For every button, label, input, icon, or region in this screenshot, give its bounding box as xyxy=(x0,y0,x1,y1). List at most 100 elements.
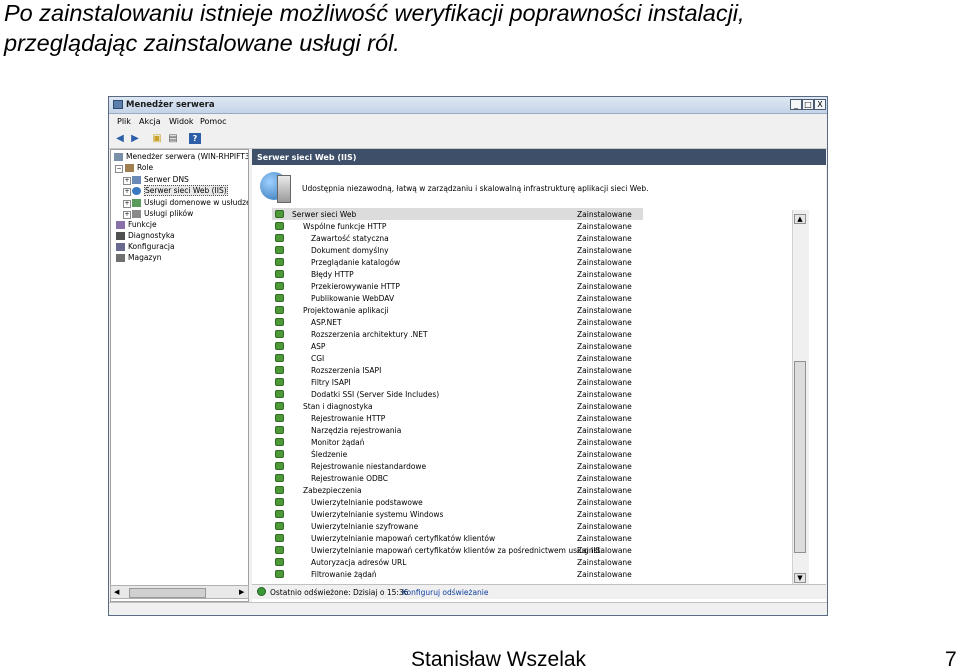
features-icon xyxy=(116,221,125,229)
role-service-name: Dodatki SSI (Server Side Includes) xyxy=(311,390,440,399)
role-service-row[interactable]: Uwierzytelnianie mapowań certyfikatów kl… xyxy=(272,532,643,544)
role-service-name: ASP xyxy=(311,342,326,351)
installed-check-icon xyxy=(275,318,284,326)
role-service-row[interactable]: Błędy HTTP Zainstalowane xyxy=(272,268,643,280)
role-service-row[interactable]: Dokument domyślny Zainstalowane xyxy=(272,244,643,256)
installed-check-icon xyxy=(275,438,284,446)
tree-item-file-services[interactable]: Usługi plików xyxy=(132,209,193,218)
tree-item-storage[interactable]: Magazyn xyxy=(116,253,162,262)
installed-check-icon xyxy=(275,498,284,506)
tree-item-features[interactable]: Funkcje xyxy=(116,220,157,229)
installed-check-icon xyxy=(275,426,284,434)
scroll-up-icon[interactable]: ▲ xyxy=(794,214,806,224)
server-manager-window: Menedżer serwera _ □ X Plik Akcja Widok … xyxy=(108,96,828,616)
role-service-row[interactable]: Filtry ISAPI Zainstalowane xyxy=(272,376,643,388)
role-service-status: Zainstalowane xyxy=(577,234,632,243)
role-service-row[interactable]: Narzędzia rejestrowania Zainstalowane xyxy=(272,424,643,436)
role-service-row[interactable]: Autoryzacja adresów URL Zainstalowane xyxy=(272,556,643,568)
role-service-row[interactable]: Przekierowywanie HTTP Zainstalowane xyxy=(272,280,643,292)
expand-roles-icon[interactable]: − xyxy=(115,165,123,173)
installed-check-icon xyxy=(275,270,284,278)
role-service-row[interactable]: Śledzenie Zainstalowane xyxy=(272,448,643,460)
role-service-status: Zainstalowane xyxy=(577,426,632,435)
role-service-row[interactable]: ASP Zainstalowane xyxy=(272,340,643,352)
tree-item-configuration[interactable]: Konfiguracja xyxy=(116,242,175,251)
show-hide-tree-icon[interactable]: ▤ xyxy=(167,133,179,144)
role-service-row[interactable]: Rejestrowanie ODBC Zainstalowane xyxy=(272,472,643,484)
role-service-row[interactable]: Stan i diagnostyka Zainstalowane xyxy=(272,400,643,412)
computer-icon xyxy=(114,153,123,161)
role-service-row[interactable]: Filtrowanie żądań Zainstalowane xyxy=(272,568,643,580)
role-service-row[interactable]: Wspólne funkcje HTTP Zainstalowane xyxy=(272,220,643,232)
server-box-icon xyxy=(277,175,291,203)
role-service-row[interactable]: Zabezpieczenia Zainstalowane xyxy=(272,484,643,496)
help-icon[interactable]: ? xyxy=(189,133,201,144)
role-service-row[interactable]: Przeglądanie katalogów Zainstalowane xyxy=(272,256,643,268)
role-service-name: Autoryzacja adresów URL xyxy=(311,558,407,567)
role-service-status: Zainstalowane xyxy=(577,534,632,543)
role-service-status: Zainstalowane xyxy=(577,402,632,411)
scroll-down-icon[interactable]: ▼ xyxy=(794,573,806,583)
role-service-row[interactable]: Rejestrowanie niestandardowe Zainstalowan… xyxy=(272,460,643,472)
menu-file[interactable]: Plik xyxy=(117,117,131,126)
menu-help[interactable]: Pomoc xyxy=(200,117,227,126)
close-button[interactable]: X xyxy=(814,99,826,110)
tree-item-iis[interactable]: Serwer sieci Web (IIS) xyxy=(132,185,228,196)
scroll-left-icon[interactable]: ◀ xyxy=(114,588,119,596)
role-service-row[interactable]: CGI Zainstalowane xyxy=(272,352,643,364)
role-service-row[interactable]: Zawartość statyczna Zainstalowane xyxy=(272,232,643,244)
role-service-row[interactable]: Rozszerzenia ISAPI Zainstalowane xyxy=(272,364,643,376)
role-list-vertical-scrollbar[interactable]: ▲ ▼ xyxy=(792,210,809,585)
tree-item-roles[interactable]: Role xyxy=(125,163,153,172)
role-service-row[interactable]: Uwierzytelnianie podstawowe Zainstalowane xyxy=(272,496,643,508)
role-service-name: Uwierzytelnianie mapowań certyfikatów kl… xyxy=(311,546,601,555)
role-service-name: ASP.NET xyxy=(311,318,342,327)
menu-view[interactable]: Widok xyxy=(169,117,194,126)
directory-services-icon xyxy=(132,199,141,207)
expand-ad-icon[interactable]: + xyxy=(123,200,131,208)
role-service-row[interactable]: Rejestrowanie HTTP Zainstalowane xyxy=(272,412,643,424)
role-service-name: CGI xyxy=(311,354,325,363)
forward-arrow-icon[interactable]: ▶ xyxy=(129,133,141,144)
installed-check-icon xyxy=(275,222,284,230)
tree-item-diagnostics[interactable]: Diagnostyka xyxy=(116,231,175,240)
tree-item-dns[interactable]: Serwer DNS xyxy=(132,175,189,184)
expand-iis-icon[interactable]: + xyxy=(123,188,131,196)
expand-files-icon[interactable]: + xyxy=(123,211,131,219)
tree-root[interactable]: Menedżer serwera (WIN-RHPIFT3F35I xyxy=(114,152,248,161)
minimize-button[interactable]: _ xyxy=(790,99,802,110)
window-titlebar[interactable]: Menedżer serwera _ □ X xyxy=(109,97,827,114)
scroll-thumb[interactable] xyxy=(794,361,806,553)
role-service-row[interactable]: Uwierzytelnianie systemu Windows Zainstal… xyxy=(272,508,643,520)
role-service-row[interactable]: Publikowanie WebDAV Zainstalowane xyxy=(272,292,643,304)
role-service-name: Stan i diagnostyka xyxy=(303,402,373,411)
back-arrow-icon[interactable]: ◀ xyxy=(114,133,126,144)
scroll-thumb[interactable] xyxy=(129,588,206,598)
scroll-right-icon[interactable]: ▶ xyxy=(239,588,244,596)
role-service-row[interactable]: Uwierzytelnianie szyfrowane Zainstalowane xyxy=(272,520,643,532)
configure-refresh-link[interactable]: Konfiguruj odświeżanie xyxy=(402,588,489,597)
role-service-status: Zainstalowane xyxy=(577,246,632,255)
expand-dns-icon[interactable]: + xyxy=(123,177,131,185)
status-bar xyxy=(109,602,827,615)
installed-check-icon xyxy=(275,570,284,578)
role-service-row[interactable]: Projektowanie aplikacji Zainstalowane xyxy=(272,304,643,316)
role-service-row[interactable]: Monitor żądań Zainstalowane xyxy=(272,436,643,448)
tree-item-ad-ds[interactable]: Usługi domenowe w usłudze A xyxy=(132,198,248,207)
tree-item-label: Magazyn xyxy=(128,253,162,262)
role-service-name: Śledzenie xyxy=(311,450,348,459)
maximize-button[interactable]: □ xyxy=(802,99,814,110)
role-service-row[interactable]: ASP.NET Zainstalowane xyxy=(272,316,643,328)
role-service-status: Zainstalowane xyxy=(577,354,632,363)
tree-horizontal-scrollbar[interactable]: ◀ ▶ xyxy=(110,585,249,599)
up-folder-icon[interactable]: ▣ xyxy=(151,133,163,144)
role-service-row[interactable]: Rozszerzenia architektury .NET Zainstalow… xyxy=(272,328,643,340)
refresh-icon[interactable] xyxy=(257,587,266,596)
role-service-row[interactable]: Uwierzytelnianie mapowań certyfikatów kl… xyxy=(272,544,643,556)
slide-heading: Po zainstalowaniu istnieje możliwość wer… xyxy=(4,0,745,58)
menu-action[interactable]: Akcja xyxy=(139,117,161,126)
role-service-row[interactable]: Serwer sieci Web Zainstalowane xyxy=(272,208,643,220)
role-service-status: Zainstalowane xyxy=(577,546,632,555)
role-service-row[interactable]: Dodatki SSI (Server Side Includes) Zainst… xyxy=(272,388,643,400)
installed-check-icon xyxy=(275,366,284,374)
